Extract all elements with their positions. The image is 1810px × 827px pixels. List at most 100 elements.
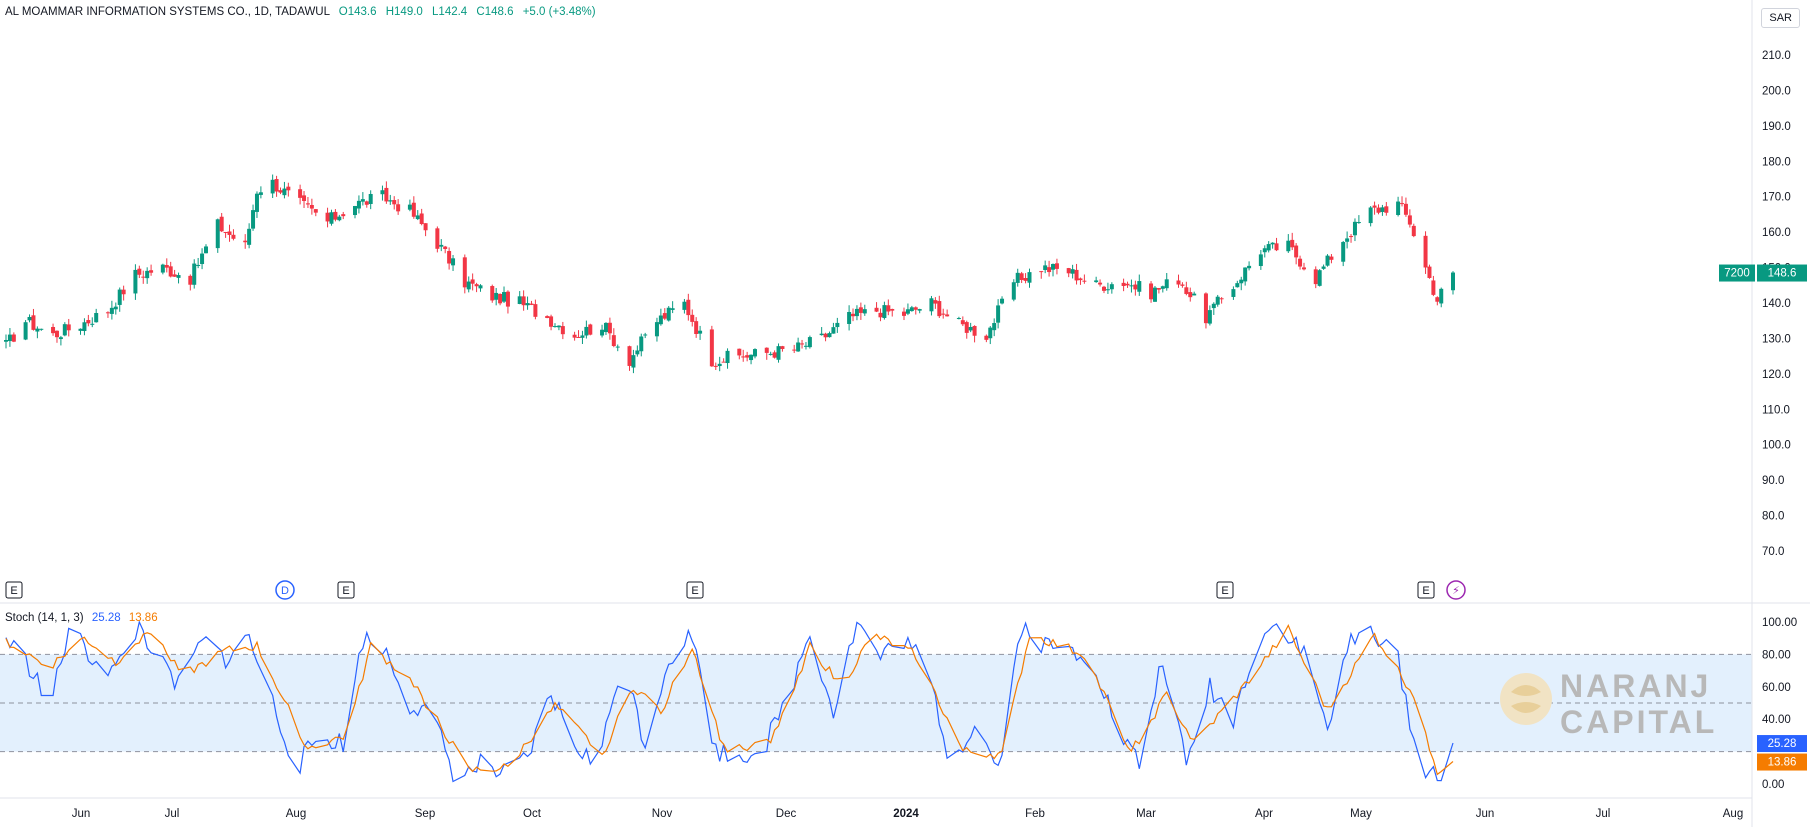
- candle-body: [1015, 272, 1020, 283]
- split-marker-icon[interactable]: ⚡: [1446, 580, 1466, 600]
- candle-body: [1164, 279, 1169, 289]
- candle: [1325, 254, 1330, 267]
- dividend-marker[interactable]: D: [275, 580, 295, 600]
- candle-body: [1027, 272, 1032, 283]
- candle-body: [90, 323, 95, 325]
- time-tick-label: Aug: [286, 808, 306, 820]
- candle-body: [670, 308, 675, 310]
- earnings-marker[interactable]: E: [686, 581, 704, 599]
- time-tick-label: May: [1350, 808, 1372, 820]
- candle-body: [302, 195, 307, 201]
- candle-body: [309, 204, 314, 209]
- candle-body: [474, 284, 479, 287]
- candle-body: [854, 308, 859, 317]
- price-tick-label: 140.0: [1762, 298, 1791, 310]
- candle-body: [992, 323, 997, 331]
- watermark-line1: NARANJ: [1560, 668, 1712, 704]
- candle: [435, 226, 440, 253]
- candle-body: [713, 365, 718, 367]
- candle-body: [196, 264, 201, 266]
- candle-body: [717, 363, 722, 367]
- candle-body: [188, 275, 193, 285]
- candle-body: [325, 212, 330, 222]
- candle-body: [721, 361, 726, 363]
- candle-body: [1082, 280, 1087, 282]
- candle-body: [415, 215, 420, 220]
- time-tick-label: Jul: [165, 808, 180, 820]
- candle-body: [1019, 273, 1024, 280]
- candle-body: [1101, 286, 1106, 291]
- candle-body: [1356, 222, 1361, 224]
- candle-body: [560, 326, 565, 335]
- candle-body: [600, 329, 605, 336]
- candle-body: [1137, 281, 1142, 292]
- candle-body: [1129, 285, 1134, 287]
- candle-body: [270, 179, 275, 194]
- earnings-marker[interactable]: E: [5, 581, 23, 599]
- earnings-marker[interactable]: E: [1417, 581, 1435, 599]
- price-tick-label: 210.0: [1762, 50, 1791, 62]
- candle-body: [902, 311, 907, 316]
- candle-body: [168, 266, 173, 277]
- candle-body: [780, 346, 785, 349]
- candle-body: [1325, 255, 1330, 266]
- candle-body: [51, 326, 56, 334]
- candle-body: [337, 216, 342, 221]
- candle-body: [556, 325, 561, 328]
- candle-body: [1180, 284, 1185, 286]
- price-tick-label: 120.0: [1762, 369, 1791, 381]
- candle-body: [627, 346, 632, 366]
- candle-body: [360, 199, 365, 202]
- svg-text:E: E: [342, 585, 349, 597]
- candle-body: [1000, 298, 1005, 304]
- time-tick-label: 2024: [893, 808, 919, 820]
- candle-body: [1400, 203, 1405, 205]
- candle-body: [1290, 239, 1295, 248]
- candle-body: [35, 328, 40, 332]
- candle-body: [941, 313, 946, 315]
- high-value: H149.0: [385, 6, 423, 18]
- stoch-tick-label: 100.00: [1762, 617, 1797, 629]
- candle-body: [380, 190, 385, 195]
- candle-body: [827, 333, 832, 338]
- candle-body: [1203, 293, 1208, 324]
- candle-body: [1133, 284, 1138, 290]
- open-value: O143.6: [338, 6, 377, 18]
- candle: [192, 259, 197, 289]
- candle-body: [149, 270, 154, 273]
- candle-body: [1070, 269, 1075, 274]
- candle-body: [1211, 303, 1216, 309]
- candle-body: [1074, 269, 1079, 281]
- candle-body: [588, 324, 593, 335]
- candle-body: [78, 328, 83, 331]
- candle-body: [1345, 238, 1350, 242]
- candle-body: [4, 339, 8, 342]
- candle-body: [462, 257, 467, 288]
- candle-body: [552, 326, 557, 328]
- candle-body: [62, 324, 67, 336]
- candle-body: [203, 246, 208, 254]
- candle-body: [23, 322, 28, 340]
- candle-body: [847, 312, 852, 324]
- candle-body: [545, 316, 550, 318]
- price-tick-label: 200.0: [1762, 85, 1791, 97]
- candle: [1011, 279, 1016, 302]
- candle-body: [937, 301, 942, 317]
- svg-text:D: D: [281, 585, 289, 597]
- candle-body: [643, 334, 648, 336]
- svg-text:E: E: [1221, 585, 1228, 597]
- currency-button[interactable]: SAR: [1761, 8, 1800, 28]
- earnings-marker[interactable]: E: [1216, 581, 1234, 599]
- candle-body: [278, 190, 283, 193]
- candle-body: [392, 200, 397, 205]
- candle-body: [1329, 256, 1334, 260]
- price-tick-label: 100.0: [1762, 440, 1791, 452]
- candle-body: [1066, 268, 1071, 274]
- candle-body: [109, 307, 114, 314]
- candle-body: [858, 307, 863, 313]
- candle-body: [1423, 235, 1428, 268]
- earnings-marker[interactable]: E: [337, 581, 355, 599]
- candle-body: [1184, 287, 1189, 294]
- candle: [666, 306, 671, 322]
- candle-body: [137, 268, 142, 275]
